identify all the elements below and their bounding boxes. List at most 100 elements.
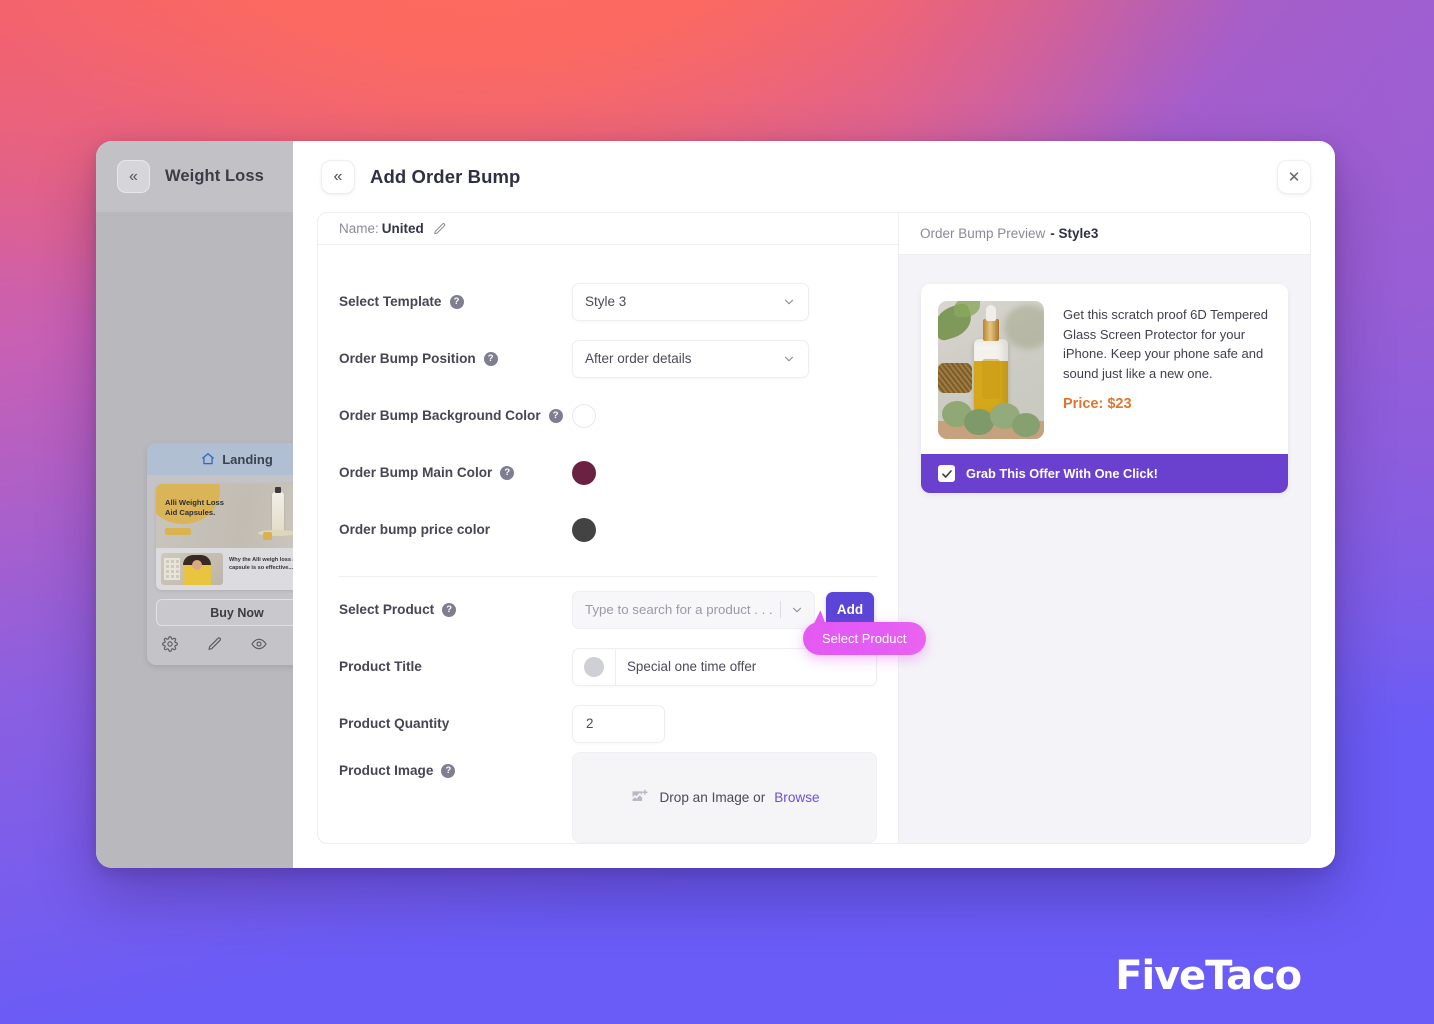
- field-row-template: Select Template ? Style 3: [318, 273, 898, 330]
- product-quantity-label: Product Quantity: [339, 716, 572, 731]
- label-text: Product Title: [339, 659, 422, 674]
- background-color-label: Order Bump Background Color ?: [339, 408, 572, 423]
- label-text: Order Bump Main Color: [339, 465, 493, 480]
- gear-icon[interactable]: [162, 636, 178, 652]
- preview-product-image: [938, 301, 1044, 439]
- order-bump-form: Select Template ? Style 3 Order Bump Pos…: [318, 245, 926, 843]
- app-topbar: « Weight Loss: [96, 141, 293, 212]
- field-row-background-color: Order Bump Background Color ?: [318, 387, 898, 444]
- label-text: Select Product: [339, 602, 435, 617]
- field-row-select-product: Select Product ? Type to search for a pr…: [318, 581, 926, 655]
- field-row-product-quantity: Product Quantity 2: [318, 695, 898, 752]
- field-row-position: Order Bump Position ? After order detail…: [318, 330, 898, 387]
- thumbnail-person-image: [161, 553, 223, 585]
- label-text: Order Bump Position: [339, 351, 476, 366]
- fivetaco-watermark: FiveTaco: [1115, 953, 1302, 999]
- preview-column: Order Bump Preview - Style3 Get this scr…: [899, 213, 1310, 843]
- product-title-input[interactable]: [616, 659, 876, 674]
- select-template-value: Style 3: [585, 294, 627, 309]
- order-bump-position-value: After order details: [585, 351, 692, 366]
- price-color-swatch[interactable]: [572, 517, 596, 542]
- browse-link[interactable]: Browse: [774, 790, 819, 805]
- app-sidebar-column: « Weight Loss Landing Alli Weight Loss A…: [96, 141, 327, 868]
- section-divider: [339, 576, 877, 577]
- label-text: Order Bump Background Color: [339, 408, 541, 423]
- main-color-label: Order Bump Main Color ?: [339, 465, 572, 480]
- preview-text-block: Get this scratch proof 6D Tempered Glass…: [1063, 301, 1271, 439]
- question-mark-icon[interactable]: ?: [548, 408, 563, 423]
- question-mark-icon[interactable]: ?: [500, 465, 515, 480]
- name-value: United: [381, 221, 424, 236]
- cta-checkbox[interactable]: [938, 465, 955, 482]
- divider: [780, 601, 781, 618]
- hero-bottle-shape: [272, 487, 284, 532]
- label-text: Product Image: [339, 763, 434, 778]
- select-product-controls: Type to search for a product . . . Add S…: [572, 590, 926, 655]
- order-bump-position-dropdown[interactable]: After order details: [572, 339, 809, 378]
- product-image-label: Product Image ?: [339, 752, 572, 778]
- chevron-down-icon[interactable]: [790, 603, 804, 617]
- app-title: Weight Loss: [165, 167, 264, 185]
- chevron-down-icon: [782, 295, 796, 309]
- person-shape: [183, 555, 211, 585]
- modal-header: « Add Order Bump ✕: [293, 141, 1335, 212]
- preview-bar: Order Bump Preview - Style3: [899, 213, 1310, 255]
- form-column: Name: United Select Template ? Style 3 O…: [318, 213, 926, 843]
- chevron-double-left-icon[interactable]: «: [117, 160, 150, 193]
- preview-label: Order Bump Preview: [920, 226, 1046, 241]
- order-bump-position-label: Order Bump Position ?: [339, 351, 572, 366]
- price-color-label: Order bump price color: [339, 522, 572, 537]
- question-mark-icon[interactable]: ?: [449, 294, 464, 309]
- select-template-label: Select Template ?: [339, 294, 572, 309]
- chevron-down-icon: [782, 352, 796, 366]
- pencil-icon[interactable]: [207, 636, 223, 652]
- product-search-placeholder: Type to search for a product . . .: [585, 602, 773, 617]
- pencil-icon[interactable]: [433, 222, 447, 236]
- add-order-bump-modal: « Add Order Bump ✕ Name: United Select T…: [293, 141, 1335, 868]
- funnel-step-label: Landing: [222, 451, 273, 467]
- field-row-product-image: Product Image ? Drop an Image or Browse: [318, 752, 898, 843]
- preview-style-value: - Style3: [1050, 226, 1099, 241]
- product-image-dropzone[interactable]: Drop an Image or Browse: [572, 752, 877, 843]
- select-template-dropdown[interactable]: Style 3: [572, 282, 809, 321]
- close-icon[interactable]: ✕: [1277, 159, 1311, 194]
- preview-card-top: Get this scratch proof 6D Tempered Glass…: [921, 284, 1288, 454]
- label-text: Order bump price color: [339, 522, 491, 537]
- background-color-swatch[interactable]: [572, 403, 596, 428]
- question-mark-icon[interactable]: ?: [483, 351, 498, 366]
- label-text: Select Template: [339, 294, 442, 309]
- page-title: Add Order Bump: [370, 165, 521, 187]
- home-icon: [202, 453, 215, 465]
- preview-description: Get this scratch proof 6D Tempered Glass…: [1063, 307, 1268, 381]
- product-title-label: Product Title: [339, 659, 572, 674]
- window-shape: [164, 558, 180, 580]
- hero-button-shape: [165, 528, 191, 535]
- select-product-label: Select Product ?: [339, 602, 572, 617]
- label-text: Product Quantity: [339, 716, 450, 731]
- select-product-tooltip: Select Product: [803, 621, 926, 655]
- name-label: Name:: [339, 221, 379, 236]
- product-quantity-input[interactable]: 2: [572, 704, 665, 743]
- question-mark-icon[interactable]: ?: [441, 763, 456, 778]
- field-row-main-color: Order Bump Main Color ?: [318, 444, 898, 501]
- app-window: « Weight Loss Landing Alli Weight Loss A…: [96, 141, 1335, 868]
- cta-label: Grab This Offer With One Click!: [966, 466, 1158, 481]
- question-mark-icon[interactable]: ?: [442, 602, 457, 617]
- image-add-icon: [632, 789, 648, 801]
- preview-price: Price: $23: [1063, 396, 1132, 412]
- back-button[interactable]: «: [321, 159, 355, 194]
- dropzone-text: Drop an Image or: [659, 790, 766, 805]
- hero-heading: Alli Weight Loss Aid Capsules.: [165, 498, 224, 517]
- check-icon: [941, 469, 952, 478]
- modal-body: Name: United Select Template ? Style 3 O…: [317, 212, 1311, 844]
- title-color-swatch[interactable]: [573, 648, 616, 685]
- hero-coin-shape: [263, 532, 272, 540]
- order-bump-preview-card: Get this scratch proof 6D Tempered Glass…: [921, 284, 1288, 493]
- preview-cta-bar[interactable]: Grab This Offer With One Click!: [921, 454, 1288, 493]
- field-row-price-color: Order bump price color: [318, 501, 898, 558]
- product-search-input[interactable]: Type to search for a product . . .: [572, 590, 815, 629]
- preview-area: Get this scratch proof 6D Tempered Glass…: [899, 255, 1310, 843]
- eye-icon[interactable]: [251, 636, 267, 652]
- main-color-swatch[interactable]: [572, 460, 596, 485]
- name-bar: Name: United: [318, 213, 898, 245]
